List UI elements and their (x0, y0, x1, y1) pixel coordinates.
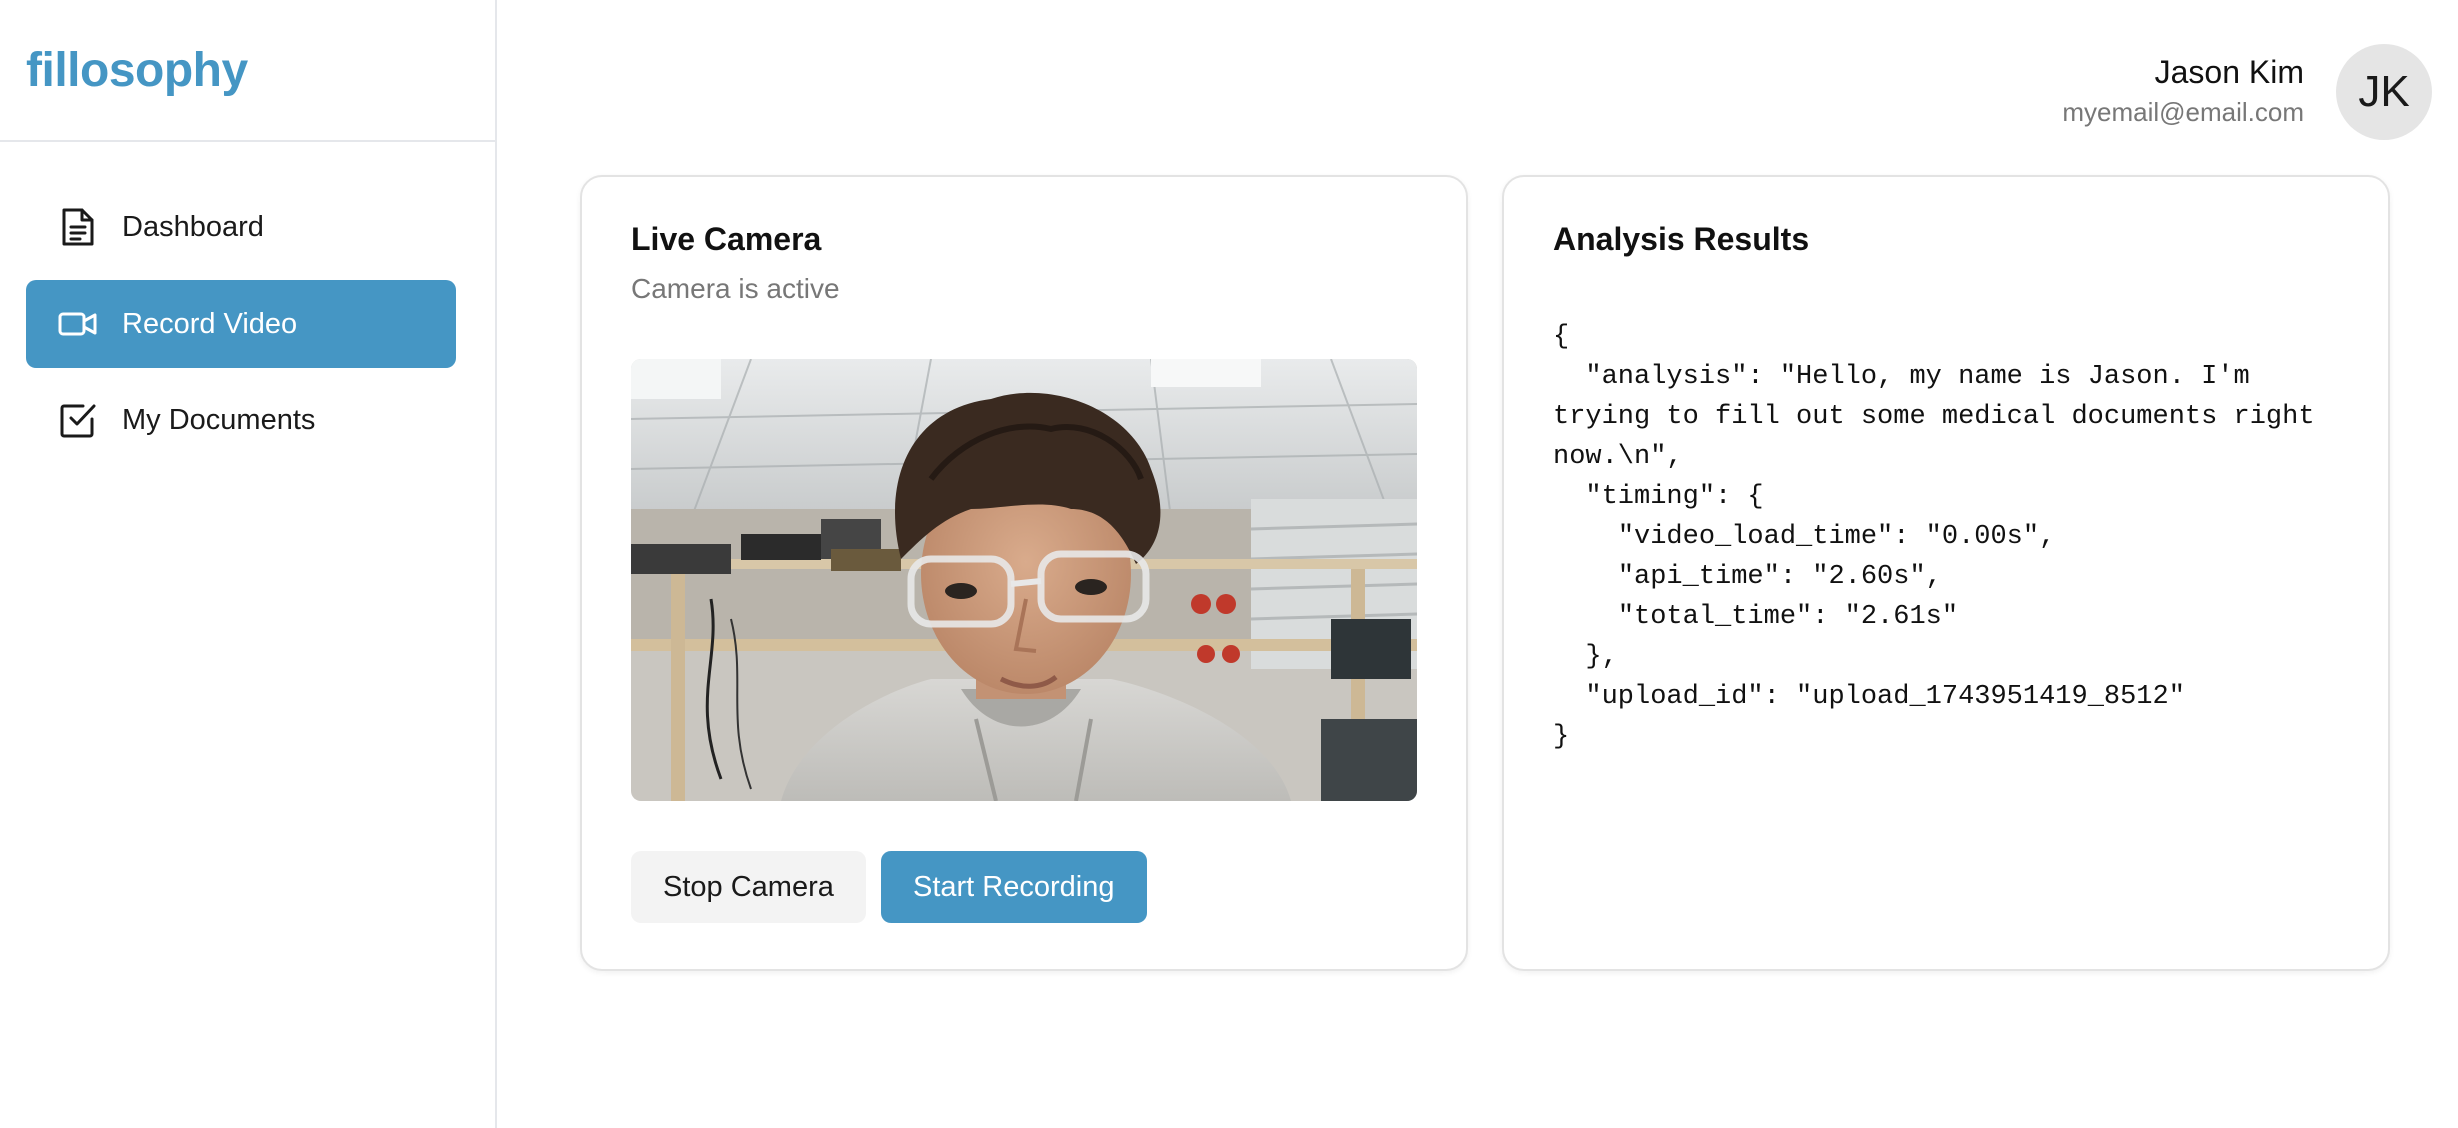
card-title: Live Camera (631, 221, 822, 257)
app-root: fillosophy Dashboard Record Video My Doc… (0, 0, 2458, 1128)
sidebar-item-label: Dashboard (122, 210, 264, 243)
sidebar-item-label: My Documents (122, 403, 316, 436)
analysis-results-card: Analysis Results { "analysis": "Hello, m… (1502, 175, 2390, 971)
video-camera-icon (58, 304, 98, 344)
sidebar-item-my-documents[interactable]: My Documents (26, 376, 456, 464)
sidebar-item-record-video[interactable]: Record Video (26, 280, 456, 368)
brand-header: fillosophy (0, 0, 495, 142)
stop-camera-button[interactable]: Stop Camera (631, 851, 866, 923)
sidebar: fillosophy Dashboard Record Video My Doc… (0, 0, 497, 1128)
brand-logo[interactable]: fillosophy (26, 43, 248, 98)
user-name: Jason Kim (2154, 54, 2304, 90)
checkbox-icon (58, 400, 98, 440)
camera-feed (631, 359, 1417, 801)
document-icon (58, 207, 98, 247)
avatar[interactable]: JK (2336, 44, 2432, 140)
user-email: myemail@email.com (2062, 97, 2304, 127)
analysis-json-output: { "analysis": "Hello, my name is Jason. … (1553, 322, 2315, 752)
user-info: Jason Kim myemail@email.com (2062, 52, 2304, 132)
live-camera-card: Live Camera Camera is active Stop Camera… (580, 175, 1468, 971)
sidebar-item-label: Record Video (122, 307, 298, 340)
card-title: Analysis Results (1553, 221, 1810, 257)
start-recording-button[interactable]: Start Recording (881, 851, 1147, 923)
sidebar-item-dashboard[interactable]: Dashboard (26, 183, 456, 271)
user-profile[interactable]: Jason Kim myemail@email.com JK (2062, 44, 2432, 140)
camera-feed-image (631, 359, 1417, 801)
camera-status: Camera is active (631, 273, 840, 304)
